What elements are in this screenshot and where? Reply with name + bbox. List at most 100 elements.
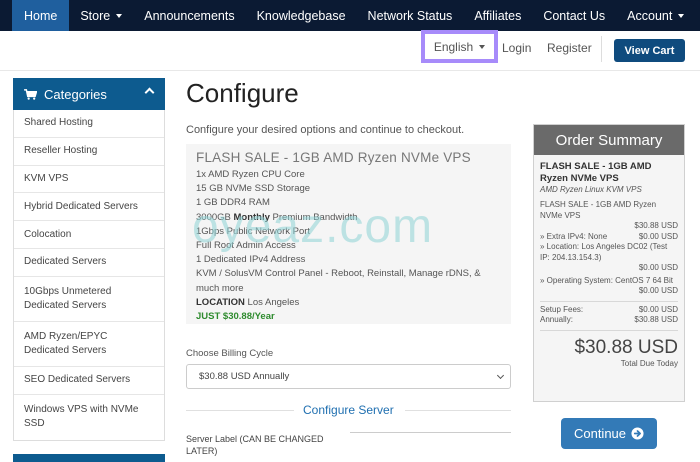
sidebar-item[interactable]: KVM VPS [14,166,164,194]
server-label-input[interactable] [350,432,511,462]
order-summary-panel: Order Summary FLASH SALE - 1GB AMD Ryzen… [533,124,685,402]
product-info-box: FLASH SALE - 1GB AMD Ryzen NVMe VPS 1x A… [186,144,511,324]
billing-cycle-label: Choose Billing Cycle [186,348,274,359]
summary-line-price: $30.88 USD [634,221,678,230]
order-summary-title: Order Summary [534,125,684,155]
page-subtitle: Configure your desired options and conti… [186,124,465,136]
chevron-up-icon[interactable] [144,87,155,98]
nav-account-label: Account [627,8,673,23]
extra-ipv4-label: » Extra IPv4: None [540,231,608,241]
product-location: LOCATION Los Angeles [196,296,501,310]
nav-network-status-label: Network Status [367,8,453,23]
sidebar-item[interactable]: 10Gbps Unmetered Dedicated Servers [14,277,164,322]
product-feature-bandwidth: 3000GB Monthly Premium Bandwidth [196,211,501,225]
categories-panel-header[interactable]: Categories [13,78,165,110]
billing-cycle-select[interactable]: $30.88 USD Annually [186,364,511,389]
summary-setup-fees: Setup Fees: $0.00 USD [540,305,678,316]
summary-os-label: » Operating System: CentOS 7 64 Bit [540,275,673,285]
continue-button[interactable]: Continue [561,418,657,449]
section-rule-left [186,410,294,411]
nav-announcements[interactable]: Announcements [133,0,245,31]
sidebar-panel-footer [13,454,165,462]
arrow-circle-right-icon [631,427,644,440]
categories-title: Categories [44,86,107,102]
nav-affiliates-label: Affiliates [474,8,522,23]
summary-line-name: FLASH SALE - 1GB AMD Ryzen NVMe VPS [540,200,657,220]
nav-affiliates[interactable]: Affiliates [463,0,532,31]
bandwidth-amount: 3000GB [196,211,234,223]
categories-list: Shared Hosting Reseller Hosting KVM VPS Hyb… [13,110,165,441]
location-value: Los Angeles [244,296,300,308]
location-label: LOCATION [196,296,245,308]
product-feature: KVM / SolusVM Control Panel - Reboot, Re… [196,268,481,294]
shopping-cart-icon [24,88,37,100]
product-feature: Full Root Admin Access [196,240,296,252]
header-divider [601,36,602,62]
nav-home[interactable]: Home [12,0,70,31]
summary-divider [540,329,678,331]
language-label: English [433,39,474,54]
product-name: FLASH SALE - 1GB AMD Ryzen NVMe VPS [196,150,471,165]
configure-server-heading: Configure Server [303,403,394,417]
nav-account[interactable]: Account [616,0,700,31]
summary-os-price: $0.00 USD [638,286,678,295]
nav-store[interactable]: Store [69,0,133,31]
language-selector[interactable]: English [421,30,498,63]
order-summary-body: FLASH SALE - 1GB AMD Ryzen NVMe VPS AMD … [534,155,684,368]
page-title: Configure [186,78,299,108]
summary-location-price: $0.00 USD [638,263,678,272]
product-feature: 1 GB DDR4 RAM [196,197,270,209]
billing-cycle-value: $30.88 USD Annually [199,371,290,382]
annually-price: $30.88 USD [634,315,678,324]
nav-contact-label: Contact Us [543,8,606,23]
summary-total: $30.88 USD [574,336,678,358]
sidebar-item[interactable]: Hybrid Dedicated Servers [14,193,164,222]
header-divider-line [0,70,700,71]
summary-extra-ipv4: » Extra IPv4: None $0.00 USD [540,232,678,243]
product-features-more: 1Gbps Public Network Port Full Root Admin… [196,225,501,296]
bandwidth-suffix: Premium Bandwidth [269,211,358,223]
sidebar-item[interactable]: Shared Hosting [14,110,164,138]
product-features: 1x AMD Ryzen CPU Core 15 GB NVMe SSD Stor… [196,168,501,211]
continue-label: Continue [573,426,627,441]
nav-knowledgebase-label: Knowledgebase [256,8,346,23]
product-feature: 1Gbps Public Network Port [196,225,311,237]
view-cart-button[interactable]: View Cart [614,39,685,62]
bandwidth-period: Monthly [233,211,270,223]
setup-fees-price: $0.00 USD [638,304,678,314]
annually-label: Annually: [540,315,573,324]
sidebar-item[interactable]: Dedicated Servers [14,249,164,277]
nav-network-status[interactable]: Network Status [357,0,464,31]
caret-down-icon [479,44,486,49]
nav-home-label: Home [24,8,58,23]
summary-product-name: FLASH SALE - 1GB AMD Ryzen NVMe VPS [540,161,652,184]
nav-store-label: Store [80,8,111,23]
sidebar-item[interactable]: SEO Dedicated Servers [14,367,164,395]
product-feature: 15 GB NVMe SSD Storage [196,183,311,195]
sidebar-item[interactable]: Reseller Hosting [14,138,164,166]
summary-total-due-label: Total Due Today [620,358,678,368]
register-link[interactable]: Register [547,41,592,55]
section-rule-right [405,410,511,411]
product-feature: 1x AMD Ryzen CPU Core [196,169,305,180]
top-navbar: Home Store Announcements Knowledgebase N… [0,0,700,31]
summary-annually: Annually: $30.88 USD [540,315,678,326]
caret-down-icon [678,13,685,18]
product-feature: 1 Dedicated IPv4 Address [196,254,306,266]
summary-location-label: » Location: Los Angeles DC02 (Test IP: 2… [540,242,668,262]
chevron-down-icon [496,371,505,380]
sidebar-item[interactable]: Windows VPS with NVMe SSD [14,395,164,440]
nav-contact[interactable]: Contact Us [532,0,616,31]
login-link[interactable]: Login [502,41,531,55]
nav-knowledgebase[interactable]: Knowledgebase [246,0,357,31]
sidebar-item[interactable]: Colocation [14,221,164,249]
product-price: JUST $30.88/Year [196,311,275,323]
summary-product-group: AMD Ryzen Linux KVM VPS [540,185,642,194]
sidebar-item[interactable]: AMD Ryzen/EPYC Dedicated Servers [14,322,164,367]
server-label-caption: Server Label (CAN BE CHANGED LATER) [186,434,324,456]
caret-down-icon [116,13,123,18]
setup-fees-label: Setup Fees: [540,304,584,314]
summary-divider [540,300,678,302]
extra-ipv4-price: $0.00 USD [638,231,678,241]
nav-announcements-label: Announcements [144,8,235,23]
